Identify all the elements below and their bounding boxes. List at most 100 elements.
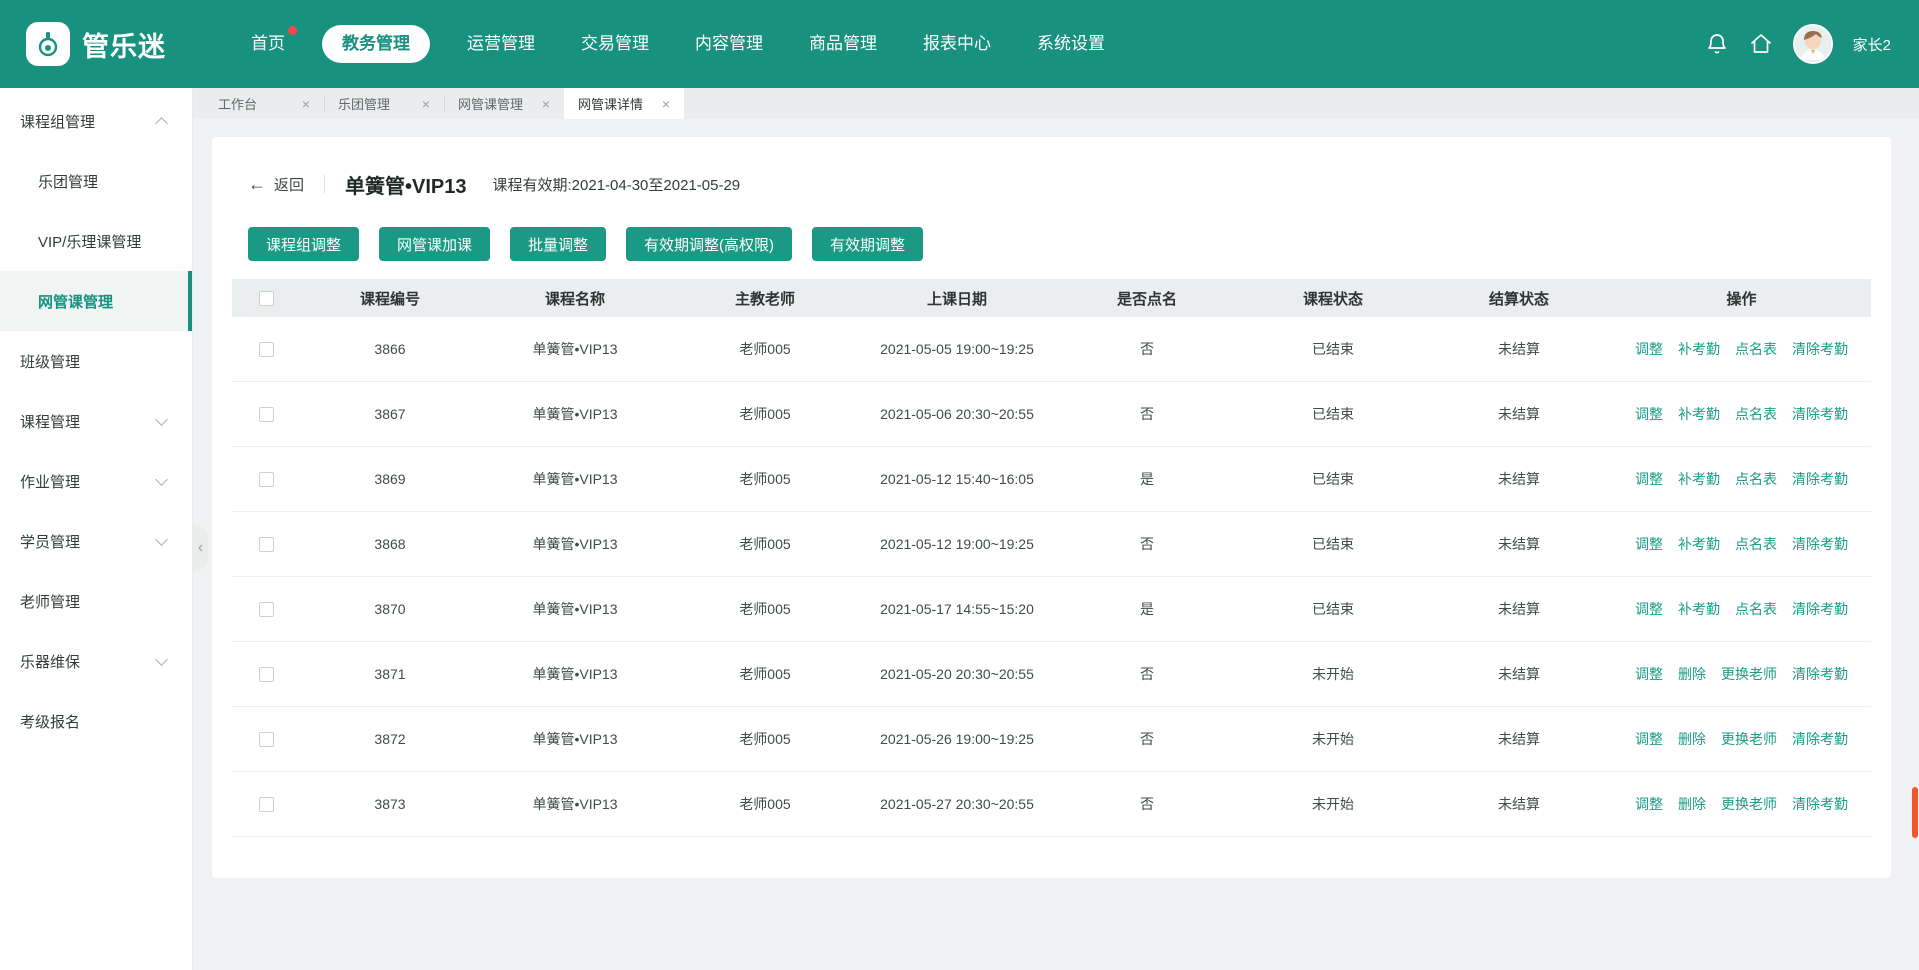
table-header-row: 课程编号课程名称主教老师上课日期是否点名课程状态结算状态操作 <box>232 279 1871 317</box>
back-button[interactable]: ← 返回 <box>248 174 304 195</box>
sidebar-item-9[interactable]: 老师管理 <box>0 571 192 631</box>
tab-close-icon[interactable]: × <box>662 97 670 111</box>
action-link[interactable]: 调整 <box>1635 339 1663 359</box>
sidebar-item-8[interactable]: 学员管理 <box>0 511 192 571</box>
table-body: 3866单簧管•VIP13老师0052021-05-05 19:00~19:25… <box>232 317 1871 837</box>
lesson-rollcall: 是 <box>1054 469 1240 489</box>
action-link[interactable]: 删除 <box>1678 664 1706 684</box>
toolbar-button-5[interactable]: 有效期调整 <box>812 227 923 261</box>
action-link[interactable]: 清除考勤 <box>1792 469 1848 489</box>
action-link[interactable]: 清除考勤 <box>1792 534 1848 554</box>
nav-item-1[interactable]: 首页 <box>242 25 294 63</box>
action-link[interactable]: 点名表 <box>1735 469 1777 489</box>
tab-close-icon[interactable]: × <box>422 97 430 111</box>
tab-3[interactable]: 网管课管理× <box>444 88 564 119</box>
sidebar-item-3[interactable]: VIP/乐理课管理 <box>0 211 192 271</box>
sidebar-item-6[interactable]: 课程管理 <box>0 391 192 451</box>
row-checkbox[interactable] <box>259 732 274 747</box>
action-link[interactable]: 更换老师 <box>1721 794 1777 814</box>
action-link[interactable]: 调整 <box>1635 404 1663 424</box>
sidebar-item-10[interactable]: 乐器维保 <box>0 631 192 691</box>
action-link[interactable]: 补考勤 <box>1678 404 1720 424</box>
tab-close-icon[interactable]: × <box>302 97 310 111</box>
nav-item-5[interactable]: 内容管理 <box>686 25 772 63</box>
row-checkbox[interactable] <box>259 537 274 552</box>
user-name[interactable]: 家长2 <box>1853 34 1891 55</box>
sidebar-item-4[interactable]: 网管课管理 <box>0 271 192 331</box>
action-link[interactable]: 清除考勤 <box>1792 664 1848 684</box>
action-link[interactable]: 调整 <box>1635 534 1663 554</box>
nav-item-8[interactable]: 系统设置 <box>1028 25 1114 63</box>
sidebar-item-label: VIP/乐理课管理 <box>38 231 141 252</box>
nav-item-2[interactable]: 教务管理 <box>322 25 430 63</box>
select-all-checkbox[interactable] <box>259 291 274 306</box>
action-link[interactable]: 点名表 <box>1735 404 1777 424</box>
row-checkbox[interactable] <box>259 342 274 357</box>
tab-label: 工作台 <box>218 94 257 113</box>
toolbar-button-3[interactable]: 批量调整 <box>510 227 606 261</box>
row-checkbox[interactable] <box>259 472 274 487</box>
bell-icon[interactable] <box>1705 32 1729 56</box>
back-label: 返回 <box>274 174 304 195</box>
row-checkbox[interactable] <box>259 667 274 682</box>
nav-item-6[interactable]: 商品管理 <box>800 25 886 63</box>
tab-close-icon[interactable]: × <box>542 97 550 111</box>
action-link[interactable]: 补考勤 <box>1678 339 1720 359</box>
sidebar-collapse-handle[interactable]: ‹ <box>193 524 208 572</box>
tab-2[interactable]: 乐团管理× <box>324 88 444 119</box>
column-header-3: 主教老师 <box>670 288 860 309</box>
row-checkbox[interactable] <box>259 407 274 422</box>
page-scrollbar-thumb[interactable] <box>1912 787 1918 838</box>
sidebar-item-1[interactable]: 课程组管理 <box>0 91 192 151</box>
user-avatar[interactable] <box>1793 24 1833 64</box>
sidebar-item-7[interactable]: 作业管理 <box>0 451 192 511</box>
home-icon[interactable] <box>1749 32 1773 56</box>
chevron-down-icon <box>155 473 168 486</box>
action-link[interactable]: 调整 <box>1635 729 1663 749</box>
action-link[interactable]: 更换老师 <box>1721 664 1777 684</box>
action-link[interactable]: 调整 <box>1635 664 1663 684</box>
row-checkbox-cell <box>232 602 300 617</box>
action-link[interactable]: 点名表 <box>1735 339 1777 359</box>
back-arrow-icon: ← <box>248 175 266 193</box>
nav-item-7[interactable]: 报表中心 <box>914 25 1000 63</box>
action-link[interactable]: 清除考勤 <box>1792 729 1848 749</box>
row-actions: 调整删除更换老师清除考勤 <box>1612 729 1871 749</box>
lesson-rollcall: 是 <box>1054 599 1240 619</box>
action-link[interactable]: 调整 <box>1635 469 1663 489</box>
action-link[interactable]: 调整 <box>1635 794 1663 814</box>
action-link[interactable]: 补考勤 <box>1678 469 1720 489</box>
tab-4[interactable]: 网管课详情 × <box>564 88 684 119</box>
tab-label: 网管课详情 <box>578 94 643 113</box>
action-link[interactable]: 清除考勤 <box>1792 339 1848 359</box>
action-link[interactable]: 删除 <box>1678 794 1706 814</box>
lesson-id: 3866 <box>300 341 480 357</box>
action-link[interactable]: 清除考勤 <box>1792 599 1848 619</box>
toolbar-button-1[interactable]: 课程组调整 <box>248 227 359 261</box>
action-link[interactable]: 更换老师 <box>1721 729 1777 749</box>
action-link[interactable]: 点名表 <box>1735 599 1777 619</box>
sidebar-item-5[interactable]: 班级管理 <box>0 331 192 391</box>
sidebar-item-label: 班级管理 <box>20 351 80 372</box>
toolbar-button-2[interactable]: 网管课加课 <box>379 227 490 261</box>
action-link[interactable]: 清除考勤 <box>1792 404 1848 424</box>
action-link[interactable]: 补考勤 <box>1678 599 1720 619</box>
nav-item-3[interactable]: 运营管理 <box>458 25 544 63</box>
action-link[interactable]: 补考勤 <box>1678 534 1720 554</box>
row-checkbox[interactable] <box>259 797 274 812</box>
main-nav: 首页教务管理运营管理交易管理内容管理商品管理报表中心系统设置 <box>242 25 1114 63</box>
toolbar-button-4[interactable]: 有效期调整(高权限) <box>626 227 792 261</box>
action-link[interactable]: 点名表 <box>1735 534 1777 554</box>
sidebar-item-11[interactable]: 考级报名 <box>0 691 192 751</box>
action-link[interactable]: 删除 <box>1678 729 1706 749</box>
nav-item-4[interactable]: 交易管理 <box>572 25 658 63</box>
action-link[interactable]: 清除考勤 <box>1792 794 1848 814</box>
lesson-date: 2021-05-17 14:55~15:20 <box>860 601 1054 617</box>
action-link[interactable]: 调整 <box>1635 599 1663 619</box>
row-checkbox-cell <box>232 667 300 682</box>
tab-1[interactable]: 工作台 × <box>204 88 324 119</box>
row-checkbox[interactable] <box>259 602 274 617</box>
sidebar-item-2[interactable]: 乐团管理 <box>0 151 192 211</box>
lesson-name: 单簧管•VIP13 <box>480 599 670 619</box>
lesson-name: 单簧管•VIP13 <box>480 794 670 814</box>
